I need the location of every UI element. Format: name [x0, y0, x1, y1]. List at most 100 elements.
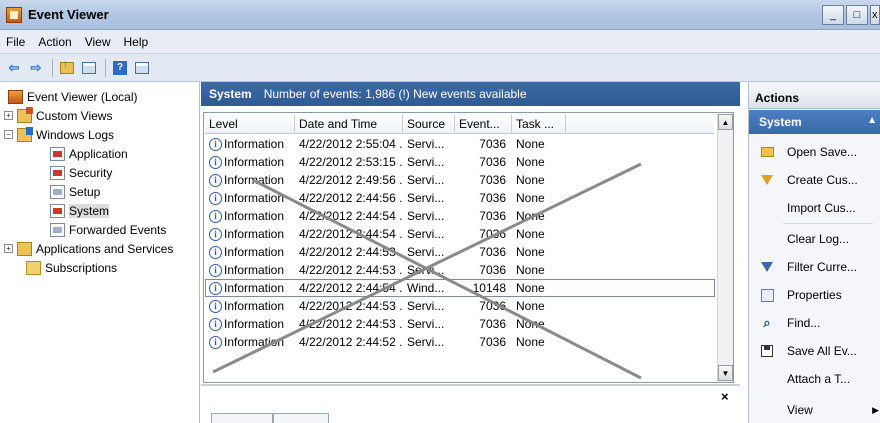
- column-event-id[interactable]: Event...: [455, 114, 512, 134]
- action-filter-current-log[interactable]: Filter Curre...: [749, 255, 880, 279]
- cell-task: None: [516, 335, 545, 349]
- log-icon: [50, 184, 65, 199]
- event-row[interactable]: i Information 4/22/2012 2:44:53 ... Servi..…: [205, 315, 715, 333]
- collapse-caret-icon[interactable]: ▲: [867, 115, 877, 126]
- tree-item-custom-views[interactable]: + Custom Views: [4, 106, 112, 125]
- event-row[interactable]: i Information 4/22/2012 2:44:56 ... Servi..…: [205, 189, 715, 207]
- event-row[interactable]: i Information 4/22/2012 2:44:54 ... Servi..…: [205, 207, 715, 225]
- level-text: Information: [224, 191, 285, 205]
- event-row[interactable]: i Information 4/22/2012 2:53:15 ... Servi..…: [205, 153, 715, 171]
- cell-event-id: 7036: [479, 173, 506, 187]
- cell-task: None: [516, 281, 545, 295]
- event-list-pane: System Number of events: 1,986 (!) New e…: [201, 82, 740, 423]
- event-row[interactable]: i Information 4/22/2012 2:55:04 ... Servi..…: [205, 135, 715, 153]
- information-icon: i: [209, 155, 222, 169]
- action-label: Import Cus...: [787, 201, 856, 215]
- scroll-down-button[interactable]: ▼: [718, 365, 733, 381]
- cell-task: None: [516, 137, 545, 151]
- action-find[interactable]: ⌕ Find...: [749, 311, 880, 335]
- column-task[interactable]: Task ...: [512, 114, 566, 134]
- preview-tab-details[interactable]: [273, 413, 329, 423]
- action-clear-log[interactable]: Clear Log...: [749, 227, 880, 251]
- vertical-scrollbar[interactable]: ▲ ▼: [717, 114, 733, 382]
- menu-action[interactable]: Action: [38, 35, 71, 49]
- action-view[interactable]: View ▶: [749, 398, 880, 422]
- action-pane-button[interactable]: [132, 58, 152, 78]
- action-create-custom-view[interactable]: Create Cus...: [749, 168, 880, 192]
- cell-event-id: 7036: [479, 263, 506, 277]
- tree-item-subscriptions[interactable]: Subscriptions: [26, 258, 117, 277]
- show-hide-tree-button[interactable]: [79, 58, 99, 78]
- log-icon: [50, 222, 65, 237]
- expand-icon[interactable]: +: [4, 111, 13, 120]
- action-save-all-events[interactable]: Save All Ev...: [749, 339, 880, 363]
- event-row[interactable]: i Information 4/22/2012 2:49:56 ... Servi..…: [205, 171, 715, 189]
- actions-section-system[interactable]: System ▲: [749, 110, 880, 134]
- action-properties[interactable]: Properties: [749, 283, 880, 307]
- preview-splitter[interactable]: [201, 384, 740, 386]
- maximize-button[interactable]: □: [846, 5, 868, 25]
- collapse-icon[interactable]: −: [4, 130, 13, 139]
- information-icon: i: [209, 245, 222, 259]
- minimize-button[interactable]: _: [822, 5, 844, 25]
- actions-divider: [783, 223, 873, 224]
- console-tree-icon: [82, 61, 96, 74]
- information-icon: i: [209, 335, 222, 349]
- cell-source: Servi...: [407, 173, 445, 187]
- toolbar-divider: [52, 58, 53, 77]
- column-level[interactable]: Level: [205, 114, 295, 134]
- cell-task: None: [516, 263, 545, 277]
- cell-event-id: 7036: [479, 317, 506, 331]
- action-attach-task[interactable]: Attach a T...: [749, 367, 880, 391]
- action-pane-icon: [135, 61, 149, 74]
- event-row[interactable]: i Information 4/22/2012 2:44:53 ... Servi..…: [205, 243, 715, 261]
- tree-item-forwarded-events[interactable]: Forwarded Events: [50, 220, 166, 239]
- up-folder-button[interactable]: [57, 58, 77, 78]
- scroll-up-button[interactable]: ▲: [718, 114, 733, 130]
- tree-item-label: Windows Logs: [36, 127, 115, 142]
- cell-level: i Information: [205, 261, 295, 279]
- tree-item-windows-logs[interactable]: − Windows Logs: [4, 125, 114, 144]
- action-label: Save All Ev...: [787, 344, 857, 358]
- action-open-saved-log[interactable]: Open Save...: [749, 140, 880, 164]
- tree-item-security[interactable]: Security: [50, 163, 112, 182]
- cell-date-time: 4/22/2012 2:44:56 ...: [299, 191, 403, 205]
- column-source[interactable]: Source: [403, 114, 455, 134]
- tree-item-applications-services[interactable]: + Applications and Services: [4, 239, 173, 258]
- tree-item-setup[interactable]: Setup: [50, 182, 100, 201]
- cell-source: Servi...: [407, 209, 445, 223]
- menu-help[interactable]: Help: [124, 35, 149, 49]
- event-rows: i Information 4/22/2012 2:55:04 ... Servi..…: [205, 135, 715, 351]
- column-date-time[interactable]: Date and Time: [295, 114, 403, 134]
- tree-item-event-viewer-local[interactable]: Event Viewer (Local): [8, 87, 138, 106]
- close-preview-icon[interactable]: ×: [721, 389, 729, 404]
- action-label: View: [787, 403, 813, 417]
- event-row[interactable]: i Information 4/22/2012 2:44:53 ... Servi..…: [205, 297, 715, 315]
- level-text: Information: [224, 281, 285, 295]
- information-icon: i: [209, 137, 222, 151]
- tree-item-system[interactable]: System: [50, 201, 110, 220]
- tree-item-label: System: [69, 203, 110, 218]
- menu-file[interactable]: File: [6, 35, 25, 49]
- forward-arrow-icon[interactable]: ⇨: [26, 58, 46, 78]
- action-import-custom-view[interactable]: Import Cus...: [749, 196, 880, 220]
- cell-level: i Information: [205, 225, 295, 243]
- back-arrow-icon[interactable]: ⇦: [4, 58, 24, 78]
- cell-task: None: [516, 317, 545, 331]
- event-row[interactable]: i Information 4/22/2012 2:44:52 ... Servi..…: [205, 333, 715, 351]
- cell-level: i Information: [205, 207, 295, 225]
- information-icon: i: [209, 191, 222, 205]
- help-button[interactable]: ?: [110, 58, 130, 78]
- event-row[interactable]: i Information 4/22/2012 2:44:54 ... Servi..…: [205, 225, 715, 243]
- close-button[interactable]: x: [870, 5, 880, 25]
- cell-date-time: 4/22/2012 2:55:04 ...: [299, 137, 403, 151]
- event-row[interactable]: i Information 4/22/2012 2:44:53 ... Servi..…: [205, 261, 715, 279]
- menu-view[interactable]: View: [85, 35, 111, 49]
- window-controls: _ □ x: [820, 5, 880, 25]
- preview-tab-general[interactable]: [211, 413, 273, 423]
- cell-event-id: 7036: [479, 299, 506, 313]
- expand-icon[interactable]: +: [4, 244, 13, 253]
- cell-event-id: 10148: [472, 281, 506, 295]
- tree-item-application[interactable]: Application: [50, 144, 128, 163]
- event-row[interactable]: i Information 4/22/2012 2:44:54 ... Wind...…: [205, 279, 715, 297]
